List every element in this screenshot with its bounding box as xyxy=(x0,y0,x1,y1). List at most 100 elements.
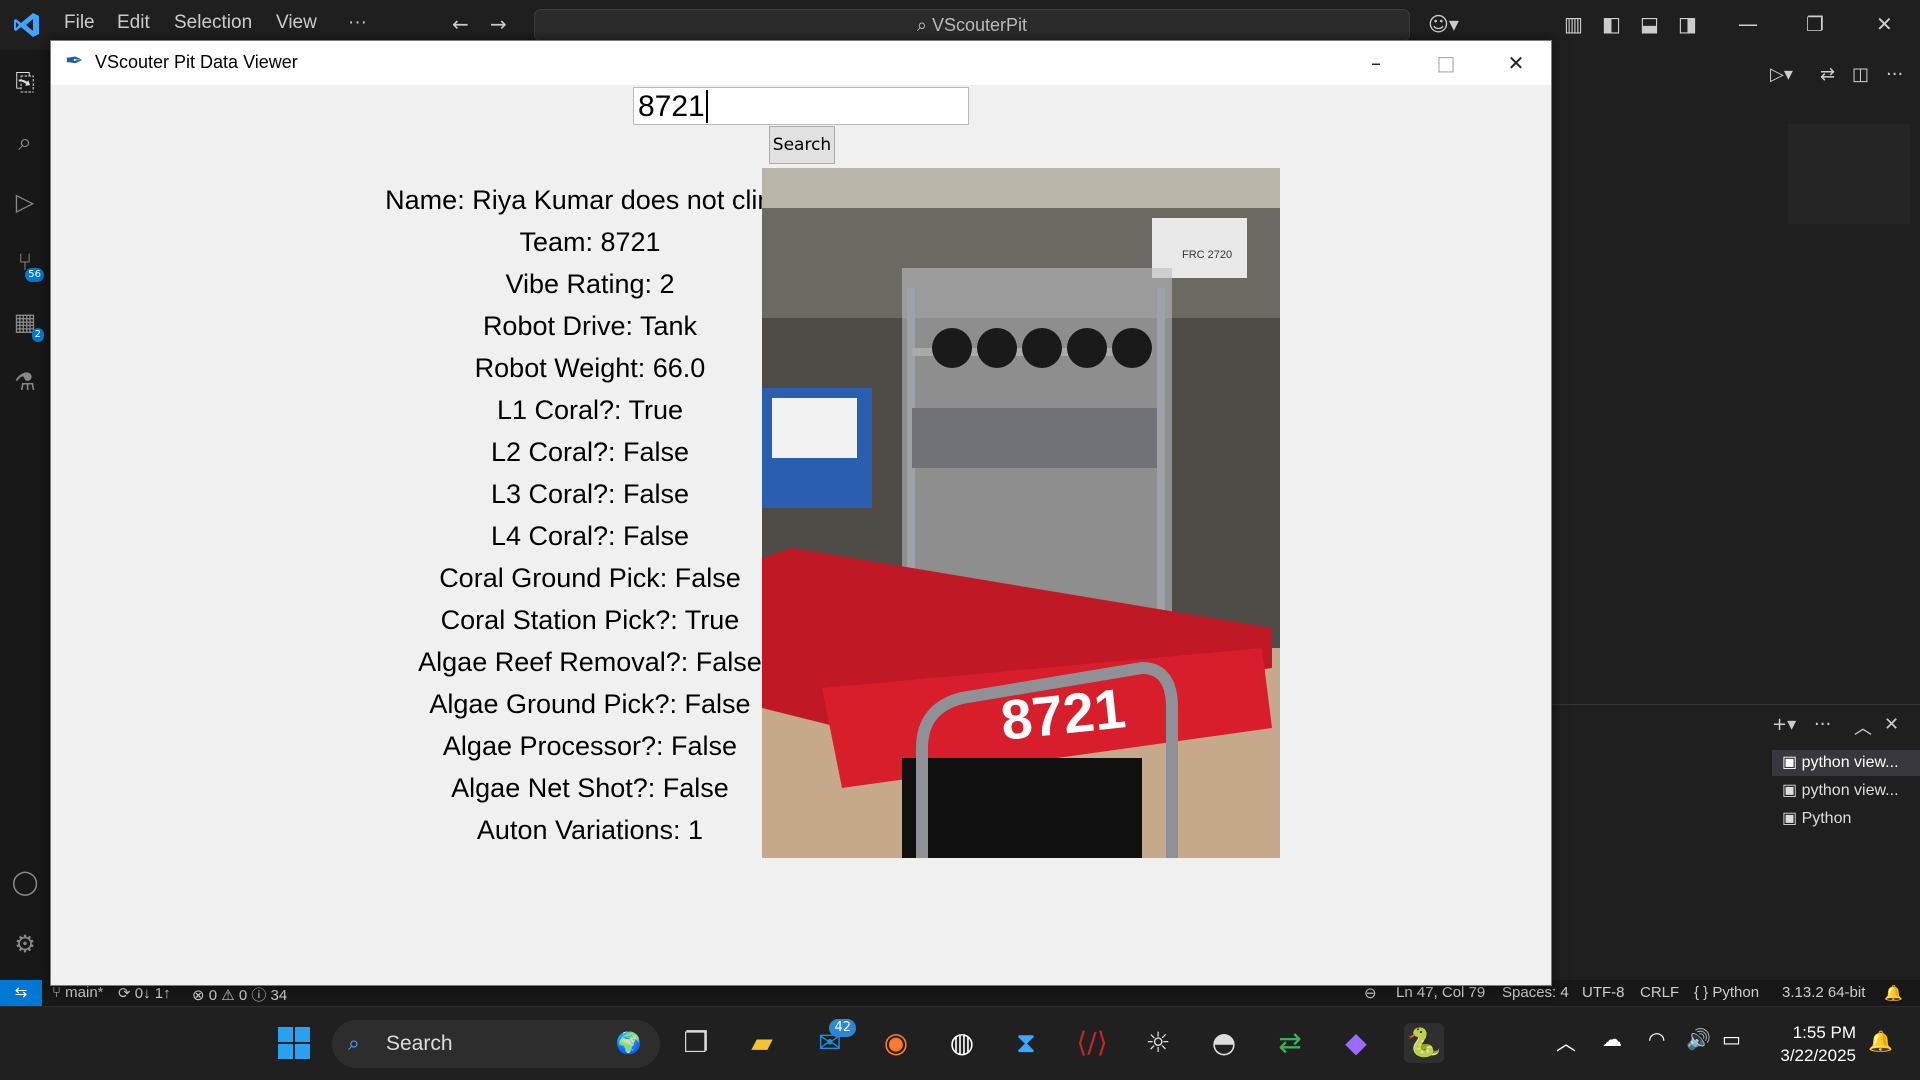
clock-date: 3/22/2025 xyxy=(1780,1046,1856,1065)
menu-more[interactable]: ··· xyxy=(348,12,367,34)
onedrive-icon[interactable]: ☁ xyxy=(1602,1027,1622,1051)
copilot-icon[interactable]: ☺▾ xyxy=(1428,12,1459,36)
robot-photo: FRC 2720 8721 xyxy=(762,168,1280,858)
extensions-badge: 2 xyxy=(31,328,44,342)
app-icon[interactable]: ◍ xyxy=(942,1023,982,1063)
windows-start-icon[interactable] xyxy=(274,1023,314,1063)
toggle-secondary-sidebar-icon[interactable]: ◨ xyxy=(1678,12,1697,36)
sync-app-icon[interactable]: ⇄ xyxy=(1270,1023,1310,1063)
taskbar-search-box[interactable]: ⌕ Search 🌍 xyxy=(332,1020,660,1068)
sync-status[interactable]: ⟳ 0↓ 1↑ xyxy=(118,984,171,1002)
explorer-icon[interactable]: ⎘ xyxy=(10,68,40,98)
show-hidden-icons[interactable]: ︿ xyxy=(1556,1027,1576,1056)
taskbar-search-icon: ⌕ xyxy=(348,1032,360,1055)
terminal-tab-3[interactable]: ▣ Python xyxy=(1772,806,1920,832)
robot-photo-drawing: FRC 2720 8721 xyxy=(762,168,1280,858)
more-actions-icon[interactable]: ··· xyxy=(1886,64,1903,85)
command-center[interactable]: ⌕ VScouterPit xyxy=(534,9,1410,41)
menu-edit[interactable]: Edit xyxy=(117,12,150,34)
compare-icon[interactable]: ⇄ xyxy=(1820,64,1835,85)
settings-gear-icon[interactable]: ⚙ xyxy=(10,930,40,960)
accounts-icon[interactable]: ◯ xyxy=(10,868,40,898)
back-arrow-icon[interactable]: ← xyxy=(452,12,469,36)
window-title: VScouter Pit Data Viewer xyxy=(95,52,298,72)
mail-badge: 42 xyxy=(829,1019,856,1037)
notifications-bell-icon[interactable]: 🔔 xyxy=(1884,984,1903,1002)
panel-divider xyxy=(1552,704,1920,705)
vscode-logo-icon xyxy=(14,13,39,37)
terminal-tab-1[interactable]: ▣ python view... xyxy=(1772,750,1920,776)
firefox-icon[interactable]: ◉ xyxy=(876,1023,916,1063)
new-terminal-icon[interactable]: +▾ xyxy=(1772,714,1796,735)
terminal-tab-2[interactable]: ▣ python view... xyxy=(1772,778,1920,804)
sync-counts: 0↓ 1↑ xyxy=(134,985,171,1002)
window-title-bar: ✒ VScouter Pit Data Viewer – □ ✕ xyxy=(51,41,1551,85)
encoding[interactable]: UTF-8 xyxy=(1582,984,1625,1001)
taskbar-clock[interactable]: 1:55 PM 3/22/2025 xyxy=(1780,1021,1856,1067)
close-panel-icon[interactable]: ✕ xyxy=(1884,714,1899,735)
minimize-icon[interactable]: — xyxy=(1738,12,1758,36)
split-editor-icon[interactable]: ◫ xyxy=(1852,64,1869,85)
menu-selection[interactable]: Selection xyxy=(174,12,252,34)
branch-status[interactable]: ⑂ main* xyxy=(52,984,104,1001)
cursor-position[interactable]: Ln 47, Col 79 xyxy=(1396,984,1485,1001)
testing-icon[interactable]: ⚗ xyxy=(10,368,40,398)
close-icon[interactable]: ✕ xyxy=(1876,12,1893,36)
window-close-button[interactable]: ✕ xyxy=(1493,47,1539,79)
run-icon[interactable]: ▷▾ xyxy=(1770,64,1793,85)
forward-arrow-icon[interactable]: → xyxy=(490,12,507,36)
wifi-icon[interactable]: ◠ xyxy=(1648,1027,1665,1051)
clock-time: 1:55 PM xyxy=(1792,1023,1856,1042)
search-highlight-icon: 🌍 xyxy=(615,1032,642,1055)
toggle-sidebar-icon[interactable]: ◧ xyxy=(1602,12,1621,36)
obsidian-icon[interactable]: ◆ xyxy=(1336,1023,1376,1063)
taskbar-search-label: Search xyxy=(386,1032,453,1055)
extensions-icon[interactable]: ▦ 2 xyxy=(10,308,44,342)
search-button[interactable]: Search xyxy=(769,126,835,164)
customize-layout-icon[interactable]: ▥ xyxy=(1564,12,1583,36)
remote-icon[interactable]: ⇆ xyxy=(0,980,42,1006)
search-icon: ⌕ xyxy=(916,15,933,35)
activity-bar: ⎘ ⌕ ▷ ⑂ 56 ▦ 2 ⚗ ◯ ⚙ xyxy=(0,50,50,980)
search-view-icon[interactable]: ⌕ xyxy=(10,128,40,158)
restore-icon[interactable]: ❐ xyxy=(1806,12,1824,36)
terminal-tab-label: python view... xyxy=(1801,782,1899,799)
devtools-icon[interactable]: ⟨/⟩ xyxy=(1072,1023,1112,1063)
volume-icon[interactable]: 🔊 xyxy=(1686,1027,1711,1051)
task-view-icon[interactable]: ❐ xyxy=(676,1023,716,1063)
zoom-icon[interactable]: ⊖ xyxy=(1364,984,1377,1002)
source-control-icon[interactable]: ⑂ 56 xyxy=(10,248,44,282)
window-maximize-button: □ xyxy=(1436,51,1456,75)
run-debug-icon[interactable]: ▷ xyxy=(10,188,40,218)
terminal-tab-label: python view... xyxy=(1801,754,1899,771)
terminal-tab-label: Python xyxy=(1801,810,1852,827)
source-control-badge: 56 xyxy=(25,268,44,282)
command-center-label: VScouterPit xyxy=(932,15,1028,35)
mail-icon[interactable]: ✉ 42 xyxy=(810,1019,856,1063)
maximize-panel-icon[interactable]: ︿ xyxy=(1854,714,1872,740)
battery-icon[interactable]: ▭ xyxy=(1722,1027,1741,1051)
python-taskbar-icon[interactable]: 🐍 xyxy=(1404,1023,1444,1063)
window-minimize-button[interactable]: – xyxy=(1353,47,1399,79)
line-ending[interactable]: CRLF xyxy=(1640,984,1679,1001)
text-cursor xyxy=(705,90,708,123)
problems-status[interactable]: ⊗ 0 ⚠ 0 ⓘ 34 xyxy=(192,984,287,1005)
language-mode[interactable]: { } Python xyxy=(1694,984,1759,1001)
minimap[interactable] xyxy=(1788,124,1910,224)
branch-name: main* xyxy=(65,984,104,1001)
vscode-taskbar-icon[interactable]: ⧗ xyxy=(1006,1023,1046,1063)
team-search-value: 8721 xyxy=(638,90,705,123)
toggle-panel-icon[interactable]: ⬓ xyxy=(1640,12,1659,36)
brightness-icon[interactable]: ☼ xyxy=(1138,1023,1178,1063)
terminal-more-icon[interactable]: ··· xyxy=(1814,714,1831,735)
feather-icon: ✒ xyxy=(65,49,84,74)
photo-banner-text: FRC 2720 xyxy=(1182,249,1232,261)
inkscape-icon[interactable]: ◓ xyxy=(1204,1023,1244,1063)
menu-view[interactable]: View xyxy=(276,12,317,34)
notification-center-icon[interactable]: 🔔 xyxy=(1868,1029,1893,1053)
file-explorer-icon[interactable]: ▰ xyxy=(742,1023,782,1063)
menu-file[interactable]: File xyxy=(64,12,95,34)
indentation[interactable]: Spaces: 4 xyxy=(1502,984,1569,1001)
python-interpreter[interactable]: 3.13.2 64-bit xyxy=(1782,984,1865,1001)
team-search-input[interactable]: 8721 xyxy=(633,87,969,125)
